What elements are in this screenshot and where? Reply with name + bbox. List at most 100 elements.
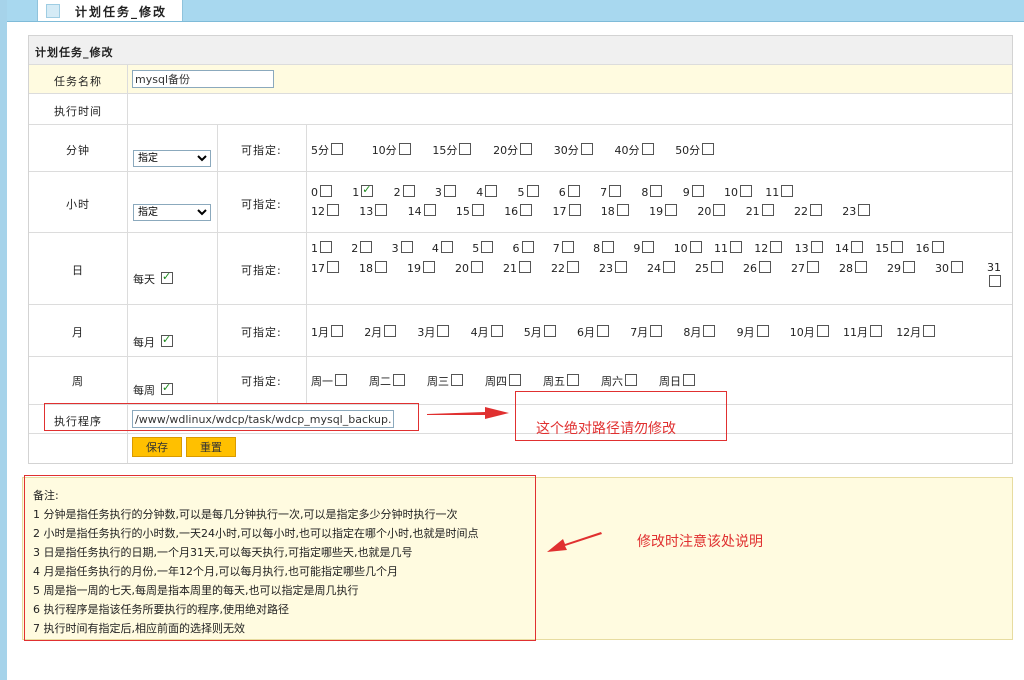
day-option-17[interactable]: 17: [311, 261, 339, 275]
option-checkbox[interactable]: [855, 261, 867, 273]
option-checkbox[interactable]: [520, 143, 533, 155]
option-checkbox[interactable]: [816, 325, 829, 337]
option-checkbox[interactable]: [850, 241, 863, 253]
hour-option-12[interactable]: 11: [765, 185, 794, 199]
option-checkbox[interactable]: [759, 261, 771, 273]
hour-option-5[interactable]: 4: [476, 185, 498, 199]
hour-option-15[interactable]: 14: [408, 204, 436, 218]
option-checkbox[interactable]: [923, 325, 936, 337]
day-option-26[interactable]: 26: [743, 261, 771, 275]
option-checkbox[interactable]: [807, 261, 819, 273]
option-checkbox[interactable]: [398, 143, 411, 155]
option-checkbox[interactable]: [423, 261, 435, 273]
day-option-12[interactable]: 12: [754, 241, 783, 255]
hour-option-21[interactable]: 20: [697, 204, 726, 218]
option-checkbox[interactable]: [437, 325, 450, 337]
hour-option-1[interactable]: 0: [311, 185, 332, 199]
month-option-10[interactable]: 10月: [790, 324, 829, 340]
day-option-14[interactable]: 14: [835, 241, 863, 255]
option-checkbox[interactable]: [393, 374, 405, 386]
hour-option-2[interactable]: 1: [352, 183, 374, 199]
day-option-18[interactable]: 18: [359, 261, 387, 275]
hour-option-22[interactable]: 21: [746, 204, 774, 218]
day-option-29[interactable]: 29: [887, 261, 915, 275]
week-option-3[interactable]: 周三: [427, 373, 463, 389]
option-checkbox[interactable]: [519, 261, 531, 273]
day-option-7[interactable]: 7: [553, 241, 574, 255]
week-option-4[interactable]: 周四: [485, 373, 521, 389]
hour-option-17[interactable]: 16: [504, 204, 533, 218]
option-checkbox[interactable]: [870, 325, 882, 337]
option-checkbox[interactable]: [616, 204, 629, 216]
day-option-15[interactable]: 15: [875, 241, 904, 255]
task-name-input[interactable]: [132, 70, 274, 88]
day-option-3[interactable]: 3: [392, 241, 413, 255]
option-checkbox[interactable]: [665, 204, 678, 216]
option-checkbox[interactable]: [361, 183, 374, 197]
hour-option-24[interactable]: 23: [842, 204, 871, 218]
option-checkbox[interactable]: [327, 261, 339, 273]
option-checkbox[interactable]: [423, 204, 436, 216]
option-checkbox[interactable]: [471, 204, 484, 216]
option-checkbox[interactable]: [471, 261, 483, 273]
hour-option-13[interactable]: 12: [311, 204, 339, 218]
day-option-24[interactable]: 24: [647, 261, 675, 275]
option-checkbox[interactable]: [702, 143, 715, 155]
option-checkbox[interactable]: [331, 325, 343, 337]
day-option-8[interactable]: 8: [593, 241, 615, 255]
option-checkbox[interactable]: [931, 241, 944, 253]
option-checkbox[interactable]: [543, 325, 556, 337]
option-checkbox[interactable]: [650, 325, 663, 337]
option-checkbox[interactable]: [443, 185, 456, 197]
every-week-toggle[interactable]: 每周: [133, 381, 173, 398]
option-checkbox[interactable]: [663, 261, 675, 273]
week-option-1[interactable]: 周一: [311, 373, 347, 389]
tab-task-edit[interactable]: 计划任务_修改: [37, 0, 183, 21]
hour-option-14[interactable]: 13: [359, 204, 388, 218]
option-checkbox[interactable]: [375, 204, 388, 216]
hour-option-8[interactable]: 7: [600, 185, 622, 199]
option-checkbox[interactable]: [459, 143, 472, 155]
option-checkbox[interactable]: [567, 261, 579, 273]
option-checkbox[interactable]: [331, 143, 343, 155]
hour-option-3[interactable]: 2: [394, 185, 415, 199]
option-checkbox[interactable]: [903, 261, 915, 273]
week-option-5[interactable]: 周五: [543, 373, 579, 389]
save-button[interactable]: 保存: [132, 437, 182, 457]
minute-option-1[interactable]: 5分: [311, 142, 343, 158]
day-option-16[interactable]: 16: [916, 241, 944, 255]
option-checkbox[interactable]: [740, 185, 752, 197]
option-checkbox[interactable]: [320, 241, 332, 253]
day-option-23[interactable]: 23: [599, 261, 627, 275]
option-checkbox[interactable]: [810, 204, 822, 216]
option-checkbox[interactable]: [683, 374, 695, 386]
option-checkbox[interactable]: [520, 204, 533, 216]
month-option-7[interactable]: 7月: [630, 324, 663, 340]
option-checkbox[interactable]: [526, 185, 539, 197]
option-checkbox[interactable]: [521, 241, 534, 253]
option-checkbox[interactable]: [402, 185, 415, 197]
minute-option-6[interactable]: 40分: [615, 142, 654, 158]
day-option-9[interactable]: 9: [633, 241, 655, 255]
option-checkbox[interactable]: [711, 261, 723, 273]
day-option-2[interactable]: 2: [351, 241, 373, 255]
option-checkbox[interactable]: [509, 374, 521, 386]
day-option-22[interactable]: 22: [551, 261, 579, 275]
hour-option-16[interactable]: 15: [456, 204, 484, 218]
option-checkbox[interactable]: [384, 325, 397, 337]
option-checkbox[interactable]: [756, 325, 769, 337]
month-option-6[interactable]: 6月: [577, 324, 609, 340]
option-checkbox[interactable]: [580, 143, 593, 155]
option-checkbox[interactable]: [375, 261, 387, 273]
option-checkbox[interactable]: [567, 185, 580, 197]
hour-option-9[interactable]: 8: [641, 185, 663, 199]
option-checkbox[interactable]: [770, 241, 783, 253]
option-checkbox[interactable]: [691, 185, 704, 197]
month-option-9[interactable]: 9月: [737, 324, 769, 340]
month-option-2[interactable]: 2月: [364, 324, 397, 340]
minute-option-5[interactable]: 30分: [554, 142, 593, 158]
option-checkbox[interactable]: [327, 204, 339, 216]
option-checkbox[interactable]: [650, 185, 663, 197]
day-option-31[interactable]: 31: [987, 261, 1003, 290]
hour-option-23[interactable]: 22: [794, 204, 822, 218]
